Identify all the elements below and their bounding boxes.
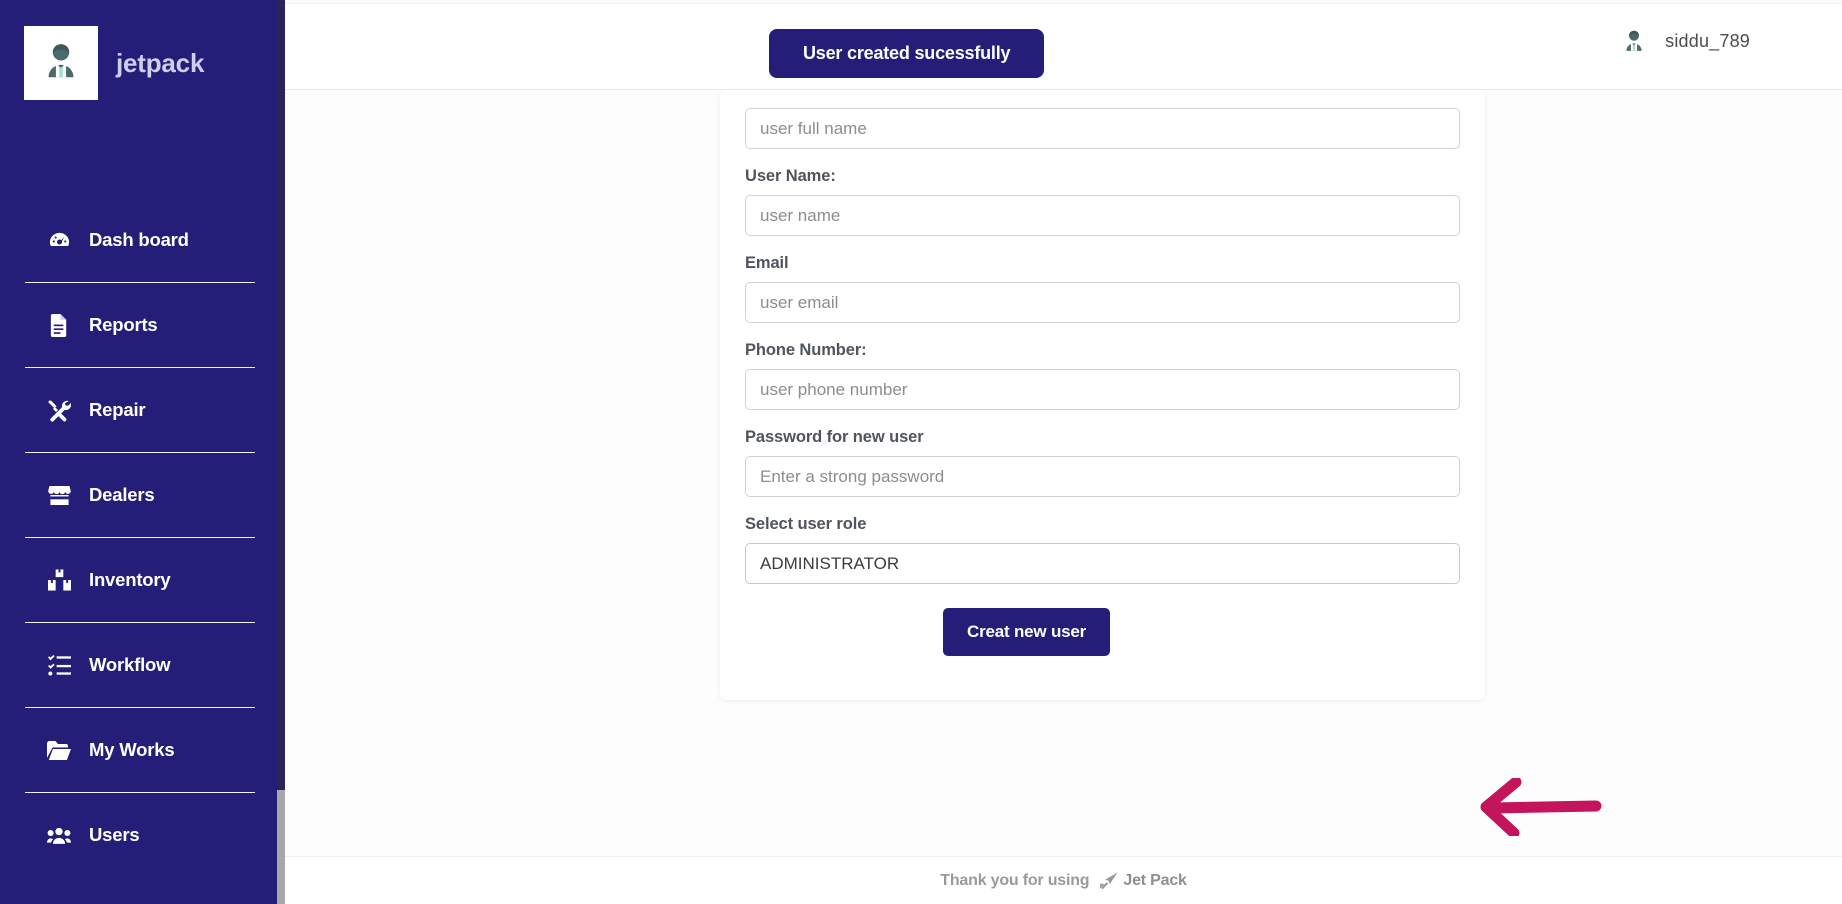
email-label: Email (745, 254, 789, 272)
password-label: Password for new user (745, 428, 924, 446)
sidebar-item-label: Reports (89, 314, 158, 335)
sidebar-scrollbar-thumb[interactable] (277, 790, 285, 904)
sidebar-item-repair[interactable]: Repair (0, 388, 285, 432)
tools-wrench-screwdriver-icon (47, 398, 71, 422)
sidebar-item-my-works[interactable]: My Works (0, 728, 285, 772)
sidebar-item-users[interactable]: Users (0, 813, 285, 857)
sidebar-divider (25, 282, 255, 283)
brand[interactable]: jetpack (24, 26, 204, 100)
submit-row: Creat new user (745, 608, 1460, 656)
footer-brand-text: Jet Pack (1123, 871, 1187, 889)
sidebar-item-reports[interactable]: Reports (0, 303, 285, 347)
jet-plane-icon (1099, 872, 1119, 890)
left-arrow-annotation (1464, 776, 1604, 839)
users-group-icon (47, 823, 71, 847)
toast-notification[interactable]: User created sucessfully (769, 29, 1045, 78)
sidebar-divider (25, 707, 255, 708)
phone-number-input[interactable] (745, 369, 1460, 410)
user-role-select[interactable]: ADMINISTRATOR (745, 543, 1460, 584)
brand-name: jetpack (116, 47, 205, 78)
sidebar-item-dash-board[interactable]: Dash board (0, 218, 285, 262)
sidebar-divider (25, 452, 255, 453)
user-avatar-icon (1619, 26, 1649, 56)
sidebar-item-label: Users (89, 824, 140, 845)
phone-number-label: Phone Number: (745, 341, 867, 359)
sidebar-divider (25, 367, 255, 368)
sidebar-item-workflow[interactable]: Workflow (0, 643, 285, 687)
create-new-user-button[interactable]: Creat new user (943, 608, 1111, 656)
sidebar-edge (277, 0, 285, 904)
footer: Thank you for using Jet Pack (285, 856, 1842, 904)
sidebar-divider (25, 622, 255, 623)
document-icon (47, 313, 71, 337)
create-user-form-card: User Name: Email Phone Number: Password … (720, 90, 1485, 700)
user-profile-chip[interactable]: siddu_789 (1619, 26, 1750, 56)
dashboard-gauge-icon (47, 228, 71, 252)
topbar: User created sucessfully siddu_789 (285, 0, 1842, 90)
sidebar-divider (25, 537, 255, 538)
checklist-icon (47, 653, 71, 677)
user-name-label: User Name: (745, 167, 836, 185)
sidebar-divider (25, 792, 255, 793)
sidebar-item-label: Dash board (89, 229, 189, 250)
email-input[interactable] (745, 282, 1460, 323)
sidebar-nav: Dash board Reports Repair Dealers Invent… (0, 218, 285, 857)
sidebar-item-inventory[interactable]: Inventory (0, 558, 285, 602)
user-name-label: siddu_789 (1665, 30, 1750, 51)
storefront-icon (47, 483, 71, 507)
password-input[interactable] (745, 456, 1460, 497)
brand-logo (24, 26, 98, 100)
topbar-overflow-sliver (285, 0, 1842, 4)
sidebar-item-label: Workflow (89, 654, 171, 675)
full-name-input[interactable] (745, 108, 1460, 149)
sidebar-item-label: My Works (89, 739, 175, 760)
user-role-label: Select user role (745, 515, 867, 533)
sidebar-item-label: Dealers (89, 484, 155, 505)
user-role-selected-value: ADMINISTRATOR (760, 553, 900, 573)
sidebar: jetpack Dash board Reports Repair Dealer… (0, 0, 285, 904)
footer-thanks-text: Thank you for using (940, 871, 1090, 889)
user-name-input[interactable] (745, 195, 1460, 236)
sidebar-item-dealers[interactable]: Dealers (0, 473, 285, 517)
app-root: jetpack Dash board Reports Repair Dealer… (0, 0, 1842, 904)
folder-open-icon (47, 738, 71, 762)
main-area: User created sucessfully siddu_789 user … (285, 0, 1842, 904)
user-avatar-icon (38, 38, 84, 89)
sidebar-item-label: Repair (89, 399, 146, 420)
content-scroll-area: User Name: Email Phone Number: Password … (285, 90, 1842, 904)
sidebar-item-label: Inventory (89, 569, 171, 590)
boxes-icon (47, 568, 71, 592)
